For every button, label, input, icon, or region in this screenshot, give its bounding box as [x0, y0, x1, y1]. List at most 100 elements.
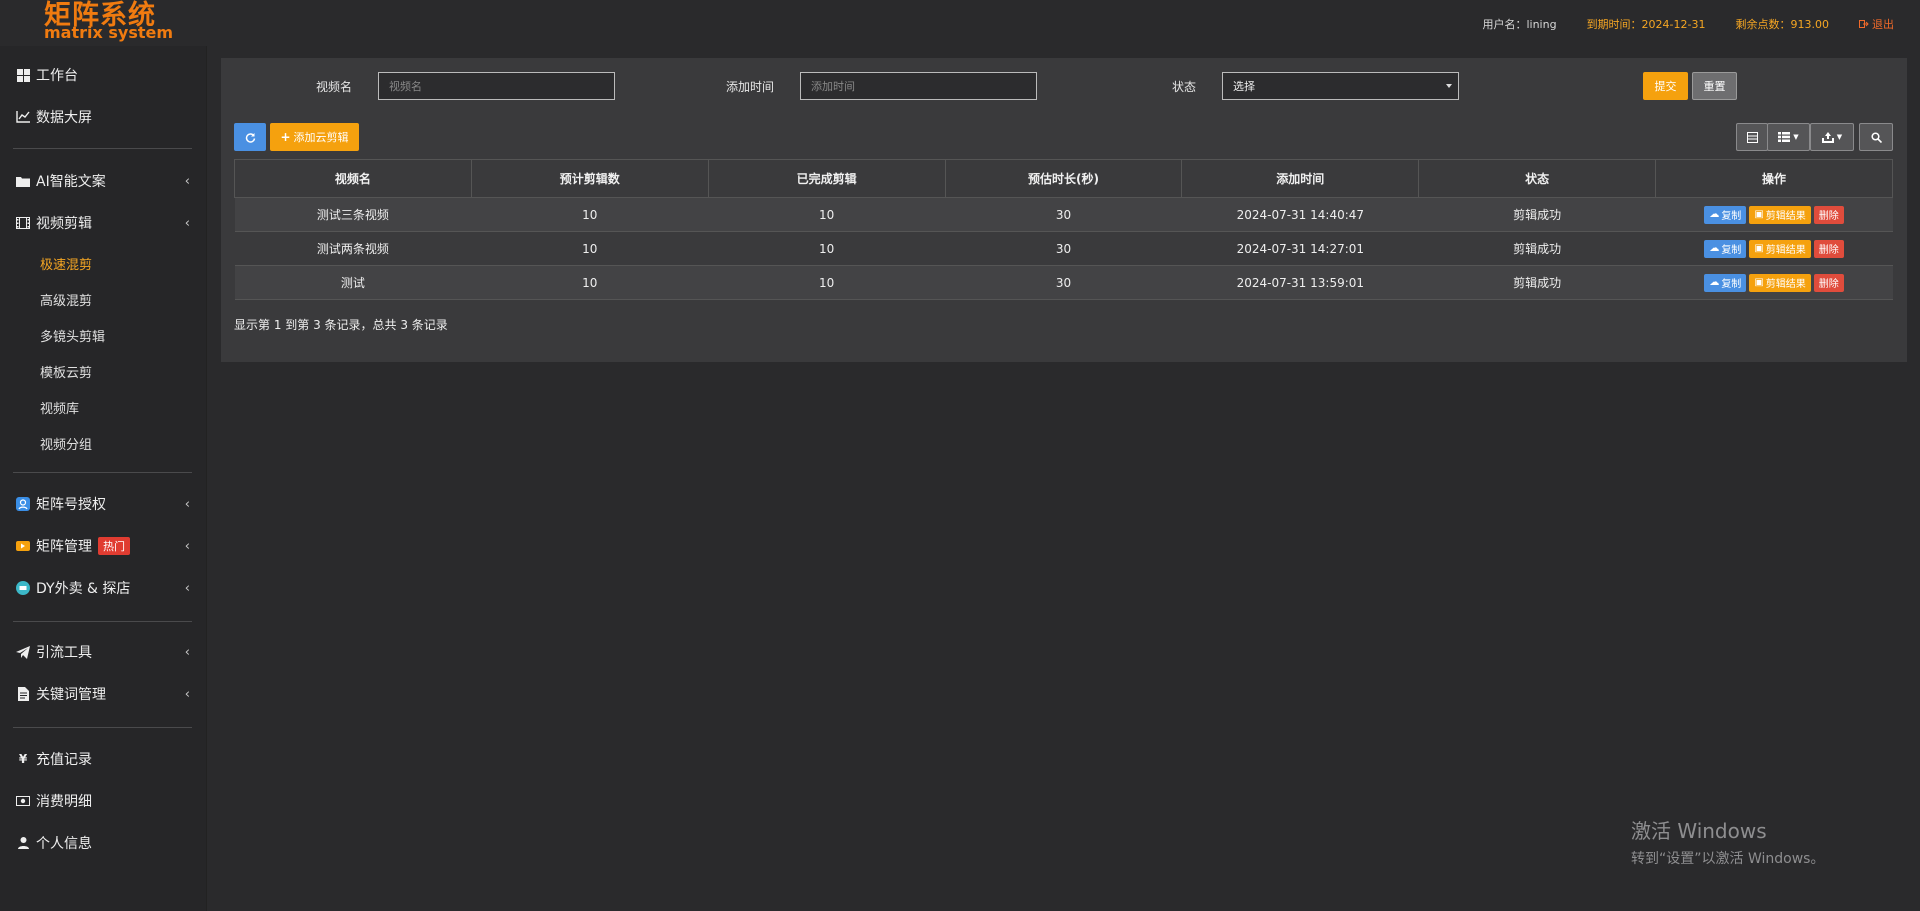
- edit-result-button[interactable]: ▣ 剪辑结果: [1749, 273, 1811, 292]
- film-icon: ▣: [1754, 243, 1764, 254]
- table-row: 测试三条视频 10 10 30 2024-07-31 14:40:47 剪辑成功…: [234, 197, 1893, 232]
- sidebar-divider: [13, 621, 192, 622]
- sidebar-item-matrix-manage[interactable]: 矩阵管理 热门 ‹: [0, 528, 200, 564]
- cell-duration: 30: [945, 265, 1182, 300]
- sidebar-label: 充值记录: [36, 752, 92, 768]
- delete-button[interactable]: 删除: [1813, 205, 1844, 224]
- sidebar-divider: [13, 727, 192, 728]
- chevron-left-icon: ‹: [184, 580, 190, 596]
- sidebar-label: 视频剪辑: [36, 216, 92, 232]
- cell-status: 剪辑成功: [1418, 265, 1656, 300]
- chevron-left-icon: ‹: [184, 538, 190, 554]
- search-icon: [1870, 131, 1882, 143]
- delete-label: 删除: [1818, 211, 1839, 222]
- column-header[interactable]: 预计剪辑数: [470, 159, 709, 198]
- cell-ops: ☁ 复制 ▣ 剪辑结果 删除: [1655, 265, 1893, 300]
- sidebar-item-profile[interactable]: 个人信息: [0, 825, 200, 861]
- sidebar-item-consume[interactable]: 消费明细: [0, 783, 200, 819]
- cell-ops: ☁ 复制 ▣ 剪辑结果 删除: [1655, 197, 1893, 232]
- sidebar-label: 引流工具: [36, 645, 92, 661]
- video-name-input[interactable]: 视频名: [378, 72, 615, 100]
- filter-status-label: 状态: [1172, 80, 1197, 94]
- watermark-line1: 激活 Windows: [1631, 819, 1767, 843]
- sidebar-sub-template[interactable]: 模板云剪: [40, 362, 92, 381]
- cell-planned: 10: [471, 265, 709, 300]
- windows-icon: [16, 68, 30, 82]
- edit-result-button[interactable]: ▣ 剪辑结果: [1749, 239, 1811, 258]
- points-text: 剩余点数：913.00: [1735, 18, 1830, 31]
- logout-label: 退出: [1872, 18, 1894, 31]
- search-button[interactable]: [1859, 123, 1893, 151]
- sidebar-label: 矩阵号授权: [36, 497, 106, 513]
- reset-button[interactable]: 重置: [1692, 72, 1737, 100]
- paper-plane-icon: [16, 645, 30, 659]
- cell-done: 10: [708, 197, 946, 232]
- hot-badge: 热门: [98, 537, 130, 555]
- sidebar-item-video-edit[interactable]: 视频剪辑 ‹: [0, 205, 200, 241]
- user-icon: [16, 836, 30, 850]
- video-name-placeholder: 视频名: [389, 80, 422, 93]
- column-header[interactable]: 添加时间: [1181, 159, 1420, 198]
- column-header[interactable]: 已完成剪辑: [707, 159, 946, 198]
- cell-planned: 10: [471, 197, 709, 232]
- delete-button[interactable]: 删除: [1813, 239, 1844, 258]
- copy-button[interactable]: ☁ 复制: [1704, 205, 1747, 224]
- export-button[interactable]: ▼: [1810, 123, 1854, 151]
- sidebar-item-keywords[interactable]: 关键词管理 ‹: [0, 676, 200, 712]
- top-bar: 矩阵系统 matrix system 用户名：lining 到期时间：2024-…: [0, 0, 1920, 46]
- sidebar-item-datascreen[interactable]: 数据大屏: [0, 99, 200, 135]
- cell-status: 剪辑成功: [1418, 197, 1656, 232]
- refresh-button[interactable]: [234, 123, 266, 151]
- table-view-icon: [1746, 131, 1758, 143]
- status-select[interactable]: 选择: [1222, 72, 1459, 100]
- sidebar-item-traffic[interactable]: 引流工具 ‹: [0, 634, 200, 670]
- export-icon: [1821, 131, 1834, 143]
- column-header[interactable]: 视频名: [234, 159, 472, 198]
- delete-label: 删除: [1818, 245, 1839, 256]
- sidebar-sub-library[interactable]: 视频库: [40, 398, 79, 417]
- yen-icon: ¥: [18, 752, 28, 766]
- cell-time: 2024-07-31 14:27:01: [1181, 231, 1419, 266]
- table-header-row: 视频名 预计剪辑数 已完成剪辑 预估时长(秒) 添加时间 状态 操作: [234, 159, 1893, 198]
- edit-result-button[interactable]: ▣ 剪辑结果: [1749, 205, 1811, 224]
- caret-down-icon: ▼: [1836, 133, 1843, 141]
- cell-done: 10: [708, 265, 946, 300]
- add-cloud-edit-label: 添加云剪辑: [293, 131, 349, 144]
- toggle-view-button[interactable]: [1736, 123, 1768, 151]
- sidebar-item-matrix-auth[interactable]: 矩阵号授权 ‹: [0, 486, 200, 522]
- sidebar-sub-group[interactable]: 视频分组: [40, 434, 92, 453]
- submit-button[interactable]: 提交: [1643, 72, 1688, 100]
- cell-planned: 10: [471, 231, 709, 266]
- sidebar-sub-multicam[interactable]: 多镜头剪辑: [40, 326, 105, 345]
- line-chart-icon: [16, 110, 30, 124]
- copy-button[interactable]: ☁ 复制: [1704, 239, 1747, 258]
- logout-button[interactable]: 退出: [1859, 16, 1894, 32]
- film-icon: ▣: [1754, 209, 1764, 220]
- sidebar-item-recharge[interactable]: ¥ 充值记录: [0, 741, 200, 777]
- document-icon: [16, 687, 30, 701]
- status-select-value: 选择: [1233, 80, 1255, 93]
- delete-label: 删除: [1818, 279, 1839, 290]
- cell-time: 2024-07-31 14:40:47: [1181, 197, 1419, 232]
- cell-done: 10: [708, 231, 946, 266]
- add-time-placeholder: 添加时间: [811, 80, 855, 93]
- sidebar-sub-advanced-mix[interactable]: 高级混剪: [40, 290, 92, 309]
- column-header[interactable]: 预估时长(秒): [944, 159, 1183, 198]
- edit-result-label: 剪辑结果: [1765, 279, 1806, 290]
- add-time-input[interactable]: 添加时间: [800, 72, 1037, 100]
- sidebar-item-workbench[interactable]: 工作台: [0, 57, 200, 93]
- column-header[interactable]: 状态: [1418, 159, 1657, 198]
- copy-button[interactable]: ☁ 复制: [1704, 273, 1747, 292]
- cloud-icon: ☁: [1709, 277, 1720, 288]
- add-cloud-edit-button[interactable]: + 添加云剪辑: [270, 123, 359, 151]
- columns-button[interactable]: ▼: [1767, 123, 1810, 151]
- delete-button[interactable]: 删除: [1813, 273, 1844, 292]
- logo[interactable]: 矩阵系统 matrix system: [44, 2, 173, 41]
- sidebar-item-dy[interactable]: DY外卖 & 探店 ‹: [0, 570, 200, 606]
- sidebar-label: DY外卖 & 探店: [36, 581, 131, 597]
- windows-activation-watermark: 激活 Windows 转到“设置”以激活 Windows。: [1631, 815, 1824, 868]
- sidebar-item-ai-copy[interactable]: AI智能文案 ‹: [0, 163, 200, 199]
- sidebar-sub-fast-mix[interactable]: 极速混剪: [40, 254, 92, 273]
- sidebar-label: AI智能文案: [36, 174, 106, 190]
- caret-down-icon: ▼: [1793, 133, 1799, 141]
